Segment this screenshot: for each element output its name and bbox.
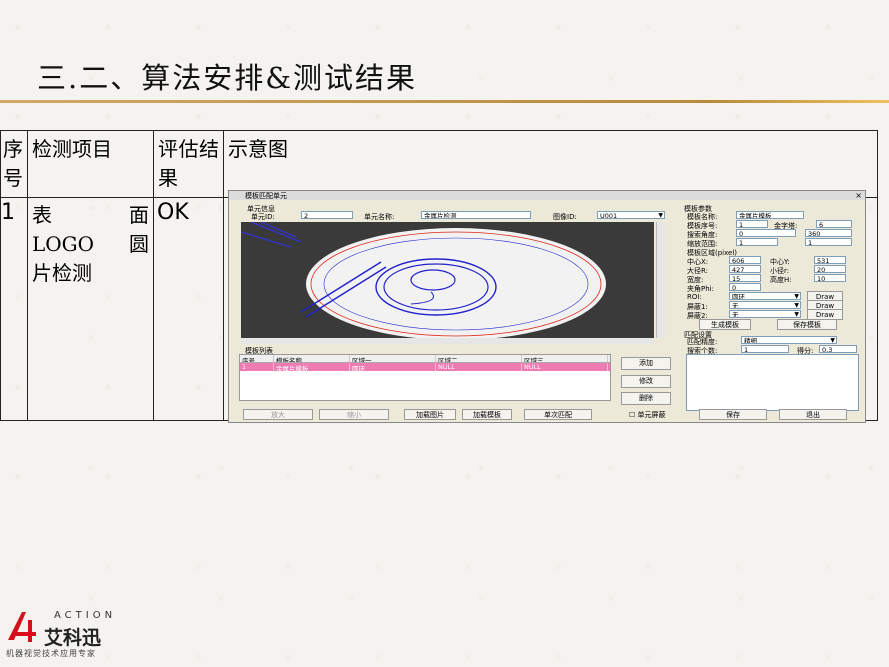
gen-template-button[interactable]: 生成模板 [699,319,751,330]
chevron-down-icon: ▼ [794,293,799,300]
image-horizontal-scrollbar[interactable] [241,338,654,344]
unit-id-label: 单元ID: [251,213,275,221]
metal-disc-image [241,222,654,338]
save-template-button[interactable]: 保存模板 [777,319,837,330]
mask1-select[interactable]: 无 ▼ [729,301,801,309]
roi-label: ROI: [687,293,702,301]
outer-r-field[interactable]: 427 [729,265,761,273]
pyramid-field[interactable]: 6 [816,220,852,228]
table-header-row: 序号 检测项目 评估结果 示意图 [0,130,878,198]
image-id-label: 图像ID: [553,213,577,221]
scale-from[interactable]: 1 [736,238,778,246]
zoom-out-button[interactable]: 缩小 [319,409,389,420]
result-log-textarea[interactable] [686,354,859,411]
height-label: 高度H: [770,276,792,284]
center-y-field[interactable]: 531 [814,256,846,264]
unit-id-field[interactable]: 2 [301,211,353,219]
mask2-select[interactable]: 无 ▼ [729,310,801,318]
title-underline [0,100,889,103]
load-template-button[interactable]: 加载模板 [462,409,512,420]
logo-tagline: 机器视觉技术应用专家 [6,649,96,658]
company-logo: ACTION 艾科迅 机器视觉技术应用专家 [6,606,146,661]
item-line-2: LOGO圆 [32,232,149,256]
close-icon[interactable]: × [855,191,862,200]
match-precision-select[interactable]: 精细 ▼ [741,336,837,344]
chevron-down-icon: ▼ [794,302,799,309]
single-match-button[interactable]: 单次匹配 [524,409,592,420]
row-index: 1 [0,197,28,421]
width-field[interactable]: 15 [729,274,761,282]
unit-mask-checkbox[interactable]: ☐ 单元屏蔽 [629,410,666,420]
chevron-down-icon: ▼ [830,337,835,344]
unit-name-label: 单元名称: [364,213,395,221]
logo-chinese-text: 艾科迅 [44,627,102,649]
roi-select[interactable]: 圆环 ▼ [729,292,801,300]
table-row[interactable]: 1 金属片模板 圆环 NULL NULL [240,363,610,371]
search-angle-to[interactable]: 360 [805,229,852,237]
exit-button[interactable]: 退出 [779,409,847,420]
chevron-down-icon: ▼ [794,311,799,318]
chevron-down-icon: ▼ [658,212,663,219]
logo-english-text: ACTION [54,610,117,621]
item-line-1: 表 面 [32,203,149,227]
template-list-grid[interactable]: 序号 模板名称 区域一 区域二 区域三 1 金属片模板 圆环 NULL NULL [239,354,611,401]
logo-mark-icon [8,612,36,642]
image-vertical-scrollbar[interactable] [656,222,665,338]
template-name-field[interactable]: 金属片模板 [736,211,804,219]
center-x-field[interactable]: 606 [729,256,761,264]
save-button[interactable]: 保存 [699,409,767,420]
slide-title: 三.二、算法安排&测试结果 [37,61,418,95]
template-match-window: 模板匹配单元 × 单元信息 单元ID: 2 单元名称: 金属片检测 图像ID: … [228,190,866,423]
header-index: 序号 [0,130,28,198]
load-image-button[interactable]: 加载图片 [404,409,456,420]
angle-field[interactable]: 0 [729,283,761,291]
window-titlebar: 模板匹配单元 [229,191,865,200]
search-angle-from[interactable]: 0 [736,229,796,237]
row-result: OK [153,197,224,421]
item-line-3: 片检测 [32,261,92,285]
inner-r-field[interactable]: 20 [814,265,846,273]
add-button[interactable]: 添加 [621,357,671,370]
zoom-in-button[interactable]: 放大 [243,409,313,420]
search-count-field[interactable]: 1 [741,345,789,353]
row-item: 表 面 LOGO圆 片检测 [27,197,154,421]
height-field[interactable]: 10 [814,274,846,282]
delete-button[interactable]: 删除 [621,392,671,405]
template-no-field[interactable]: 1 [736,220,768,228]
score-field[interactable]: 0.3 [819,345,857,353]
scale-to[interactable]: 1 [805,238,852,246]
unit-name-field[interactable]: 金属片检测 [421,211,531,219]
camera-image-view[interactable] [241,222,654,338]
image-id-select[interactable]: U001 ▼ [597,211,665,219]
template-list-header: 序号 模板名称 区域一 区域二 区域三 [240,355,610,363]
header-eval: 评估结果 [153,130,224,198]
header-item: 检测项目 [27,130,154,198]
header-diagram: 示意图 [223,130,878,198]
edit-button[interactable]: 修改 [621,375,671,388]
